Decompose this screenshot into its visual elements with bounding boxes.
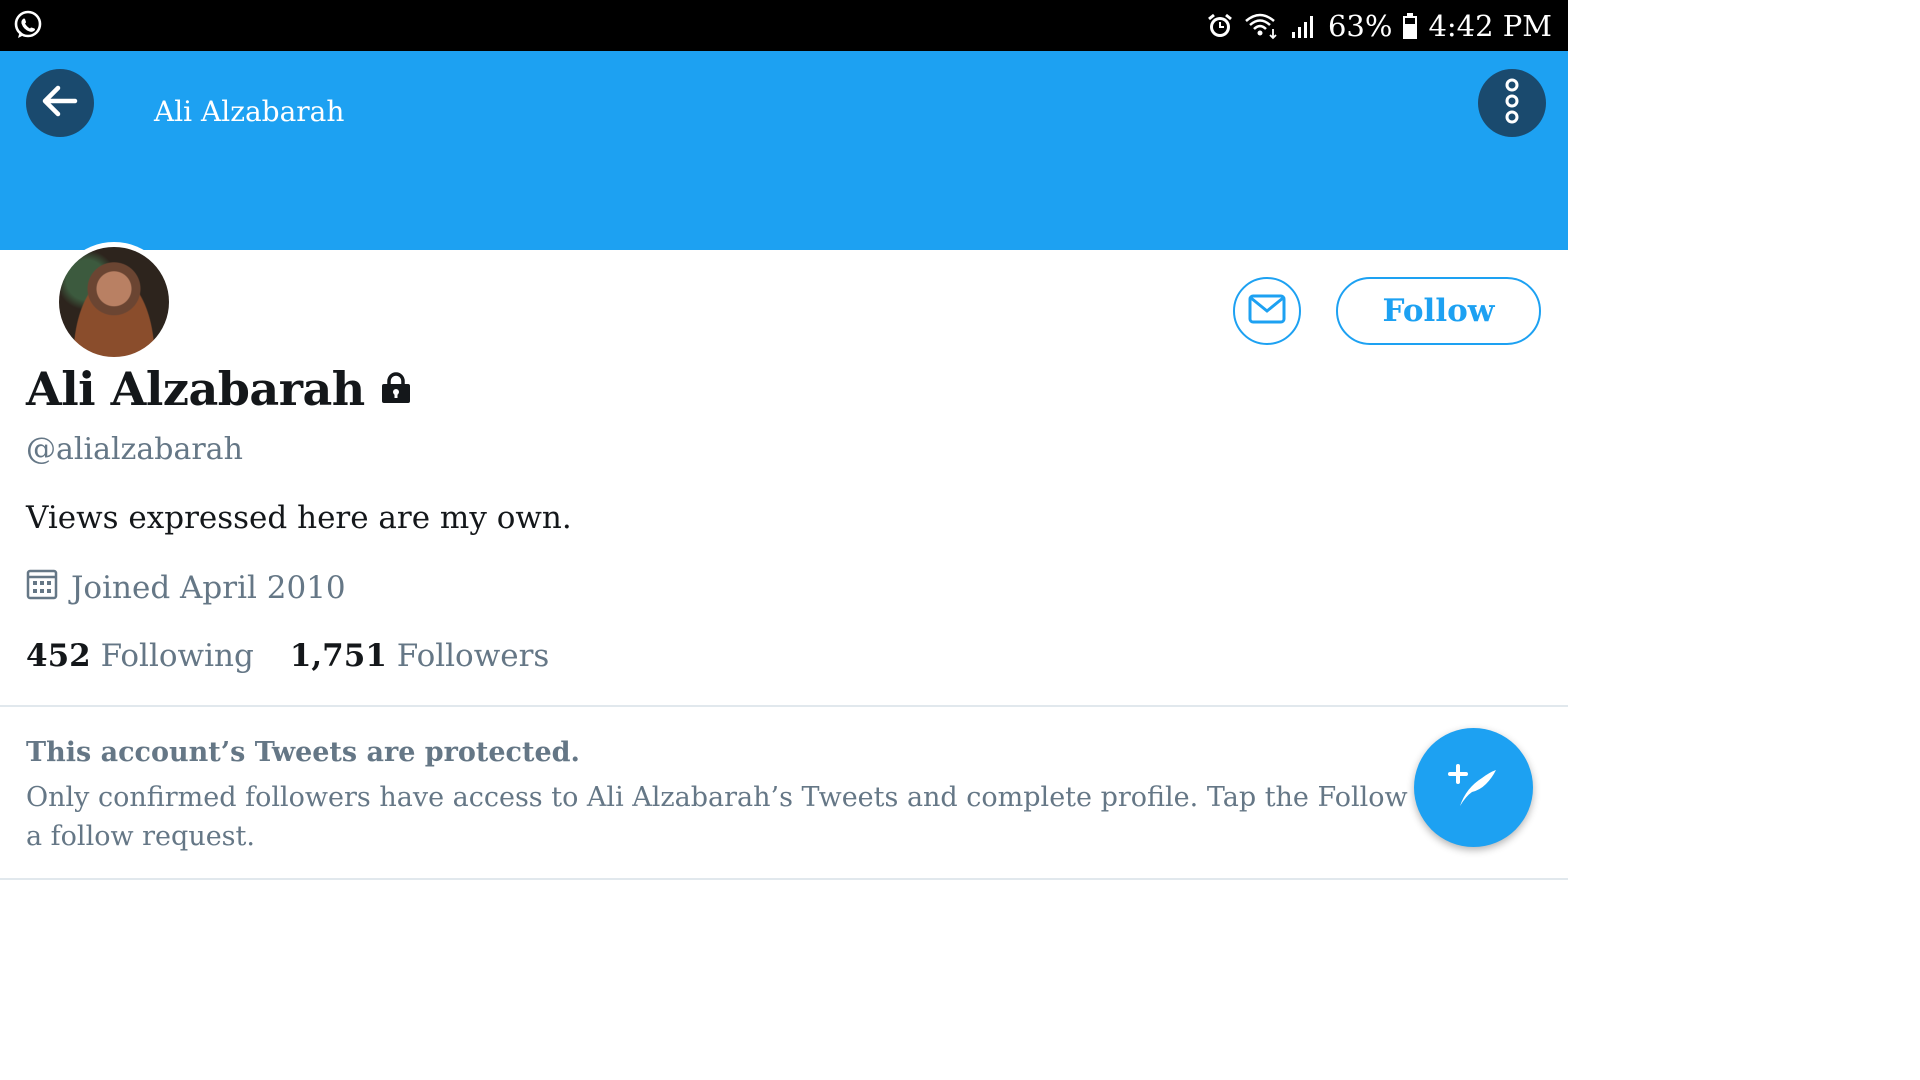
alarm-icon — [1206, 12, 1234, 40]
message-button[interactable] — [1233, 277, 1301, 345]
followers-label: Followers — [396, 638, 550, 674]
followers-stat[interactable]: 1,751 Followers — [290, 638, 550, 674]
whatsapp-icon — [12, 9, 44, 45]
divider — [0, 705, 1568, 707]
back-button[interactable] — [26, 69, 94, 137]
follow-stats: 452 Following 1,751 Followers — [26, 638, 549, 674]
compose-tweet-icon — [1446, 758, 1502, 818]
battery-percent: 63% — [1327, 8, 1393, 43]
joined-text: Joined April 2010 — [71, 570, 346, 606]
battery-icon — [1402, 12, 1418, 40]
profile-header-banner: Ali Alzabarah — [0, 51, 1568, 250]
more-vertical-icon — [1502, 77, 1522, 129]
protected-notice-line-1: Only confirmed followers have access to … — [26, 782, 1416, 813]
profile-handle: @alialzabarah — [26, 432, 243, 467]
clock: 4:42 PM — [1428, 8, 1552, 43]
compose-tweet-button[interactable] — [1414, 728, 1533, 847]
protected-notice-line-2: a follow request. — [26, 821, 255, 852]
protected-notice-body: Only confirmed followers have access to … — [26, 778, 1416, 856]
header-title: Ali Alzabarah — [154, 95, 345, 128]
following-stat[interactable]: 452 Following — [26, 638, 254, 674]
protected-notice-title: This account’s Tweets are protected. — [26, 737, 580, 768]
arrow-left-icon — [41, 82, 79, 124]
envelope-icon — [1248, 294, 1286, 328]
following-count: 452 — [26, 638, 91, 674]
lock-icon — [379, 362, 413, 416]
follow-button[interactable]: Follow — [1336, 277, 1541, 345]
profile-name: Ali Alzabarah — [26, 362, 365, 416]
following-label: Following — [100, 638, 254, 674]
more-options-button[interactable] — [1478, 69, 1546, 137]
joined-date: Joined April 2010 — [26, 568, 346, 608]
avatar-photo — [59, 247, 169, 357]
wifi-icon — [1244, 12, 1280, 40]
profile-bio: Views expressed here are my own. — [26, 500, 572, 536]
divider — [0, 878, 1568, 880]
calendar-icon — [26, 568, 58, 608]
followers-count: 1,751 — [289, 638, 387, 674]
status-bar: 63% 4:42 PM — [0, 0, 1568, 51]
profile-name-row: Ali Alzabarah — [26, 362, 413, 416]
signal-icon — [1290, 12, 1318, 40]
avatar[interactable] — [54, 242, 174, 362]
